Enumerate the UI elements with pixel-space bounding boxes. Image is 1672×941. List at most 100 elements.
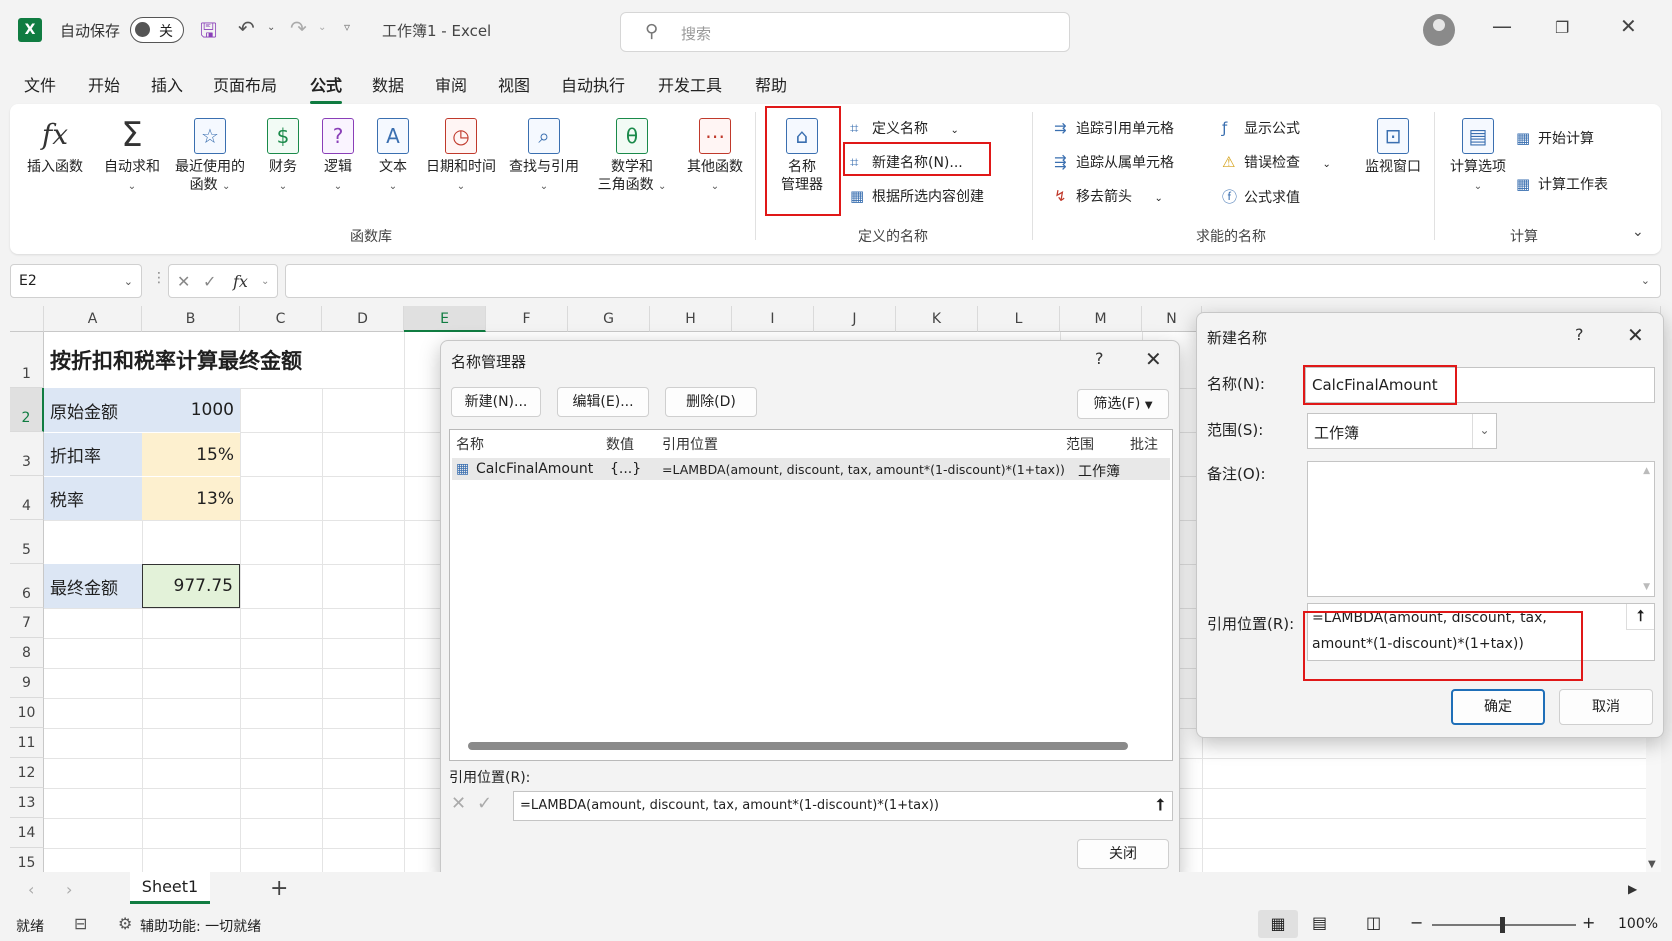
new-button[interactable]: 新建(N)... <box>451 387 541 417</box>
tab-page-layout[interactable]: 页面布局 <box>213 72 277 96</box>
restore-icon[interactable]: ❐ <box>1555 18 1569 37</box>
comment-textarea[interactable]: ▲ ▼ <box>1307 461 1655 597</box>
help-icon[interactable]: ? <box>1095 349 1104 368</box>
minimize-icon[interactable]: — <box>1492 14 1512 38</box>
tab-review[interactable]: 审阅 <box>435 72 467 96</box>
column-header[interactable]: J <box>814 306 896 332</box>
horizontal-scrollbar[interactable] <box>468 742 1128 750</box>
collapse-dialog-icon[interactable]: ⭡ <box>1156 795 1164 815</box>
column-header-value[interactable]: 数值 <box>606 434 634 454</box>
tab-file[interactable]: 文件 <box>24 72 56 96</box>
macro-record-icon[interactable]: ⊟ <box>74 914 87 933</box>
close-button[interactable]: 关闭 <box>1077 839 1169 869</box>
tab-developer[interactable]: 开发工具 <box>658 72 722 96</box>
autosave-toggle[interactable]: 关 <box>130 17 184 43</box>
text-button[interactable]: A 文本 ⌄ <box>370 118 416 196</box>
column-header-selected[interactable]: E <box>404 306 486 332</box>
cell-final-value[interactable]: 977.75 <box>142 564 240 608</box>
normal-view-icon[interactable]: ▦ <box>1258 910 1298 938</box>
column-header[interactable]: N <box>1142 306 1202 332</box>
column-header-name[interactable]: 名称 <box>456 434 484 454</box>
add-sheet-icon[interactable]: + <box>270 876 288 901</box>
zoom-slider[interactable] <box>1432 917 1576 933</box>
check-icon[interactable]: ✓ <box>203 272 216 291</box>
filter-button[interactable]: 筛选(F) ▼ <box>1077 389 1169 419</box>
tab-home[interactable]: 开始 <box>88 72 120 96</box>
page-break-icon[interactable]: ◫ <box>1366 913 1381 932</box>
close-window-icon[interactable]: ✕ <box>1620 14 1637 38</box>
select-all-corner[interactable] <box>10 306 44 332</box>
avatar[interactable] <box>1423 14 1455 46</box>
redo-dropdown-icon[interactable]: ⌄ <box>318 22 326 33</box>
lookup-button[interactable]: ⌕ 查找与引用 ⌄ <box>502 118 586 196</box>
scroll-down-icon[interactable]: ▼ <box>1643 582 1650 592</box>
column-header[interactable]: C <box>240 306 322 332</box>
row-header[interactable]: 5 <box>10 520 44 564</box>
scroll-right-icon[interactable]: ▶ <box>1628 882 1637 896</box>
calc-options-button[interactable]: ▤ 计算选项 ⌄ <box>1446 118 1510 196</box>
column-header-comment[interactable]: 批注 <box>1130 434 1158 454</box>
row-header[interactable]: 15 <box>10 848 44 872</box>
expand-formula-icon[interactable]: ⌄ <box>1641 274 1650 287</box>
autosum-button[interactable]: Σ 自动求和 ⌄ <box>100 118 164 196</box>
trace-precedents-button[interactable]: ⇉ 追踪引用单元格 <box>1054 118 1174 138</box>
search-box[interactable]: ⚲ 搜索 <box>620 12 1070 52</box>
calculate-now-button[interactable]: ▦ 开始计算 <box>1516 128 1594 148</box>
undo-icon[interactable]: ↶ <box>238 16 255 40</box>
tab-automate[interactable]: 自动执行 <box>561 72 625 96</box>
column-header-scope[interactable]: 范围 <box>1066 434 1094 454</box>
formula-input[interactable]: ⌄ <box>285 264 1661 298</box>
row-header-selected[interactable]: 2 <box>10 388 44 432</box>
scroll-up-icon[interactable]: ▲ <box>1643 466 1650 476</box>
column-header-refers[interactable]: 引用位置 <box>662 434 718 454</box>
customize-toolbar-icon[interactable]: ▿ <box>344 20 350 34</box>
sheet-title-cell[interactable]: 按折扣和税率计算最终金额 <box>44 332 404 388</box>
column-header[interactable]: B <box>142 306 240 332</box>
row-header[interactable]: 8 <box>10 638 44 668</box>
row-header[interactable]: 6 <box>10 564 44 608</box>
zoom-slider-thumb[interactable] <box>1500 917 1505 933</box>
math-trig-button[interactable]: θ 数学和 三角函数 ⌄ <box>590 118 674 196</box>
ok-button[interactable]: 确定 <box>1451 689 1545 725</box>
tab-view[interactable]: 视图 <box>498 72 530 96</box>
names-list[interactable]: 名称 数值 引用位置 范围 批注 ▦ CalcFinalAmount {...}… <box>449 429 1173 761</box>
insert-function-button[interactable]: fx 插入函数 <box>24 118 86 176</box>
row-header[interactable]: 13 <box>10 788 44 818</box>
chevron-left-icon[interactable]: ‹ <box>28 880 34 899</box>
column-header[interactable]: G <box>568 306 650 332</box>
cell-final-label[interactable]: 最终金额 <box>44 564 142 608</box>
column-header[interactable]: L <box>978 306 1060 332</box>
list-item[interactable]: ▦ CalcFinalAmount {...} =LAMBDA(amount, … <box>452 458 1170 480</box>
collapse-dialog-icon[interactable]: ⭡ <box>1626 604 1654 630</box>
close-icon[interactable]: ✕ <box>1145 347 1162 371</box>
cancel-x-icon[interactable]: ✕ <box>177 272 190 291</box>
status-accessibility[interactable]: 辅助功能: 一切就绪 <box>140 916 261 936</box>
accessibility-icon[interactable]: ⚙ <box>118 914 132 933</box>
recent-functions-button[interactable]: ☆ 最近使用的 函数 ⌄ <box>170 118 250 196</box>
show-formulas-button[interactable]: ƒ 显示公式 <box>1222 118 1300 138</box>
undo-dropdown-icon[interactable]: ⌄ <box>267 22 275 33</box>
row-header[interactable]: 14 <box>10 818 44 848</box>
check-icon[interactable]: ✓ <box>477 793 492 814</box>
cell-original-value[interactable]: 1000 <box>142 388 240 432</box>
calculate-sheet-button[interactable]: ▦ 计算工作表 <box>1516 174 1608 194</box>
cancel-x-icon[interactable]: ✕ <box>451 793 466 814</box>
zoom-out-icon[interactable]: − <box>1410 913 1423 932</box>
redo-icon[interactable]: ↷ <box>290 16 307 40</box>
collapse-ribbon-icon[interactable]: ⌄ <box>1632 224 1644 240</box>
row-header[interactable]: 11 <box>10 728 44 758</box>
column-header[interactable]: I <box>732 306 814 332</box>
cell-original-label[interactable]: 原始金额 <box>44 388 142 432</box>
row-header[interactable]: 4 <box>10 476 44 520</box>
watch-window-button[interactable]: ⊡ 监视窗口 <box>1360 118 1426 176</box>
cell-tax-value[interactable]: 13% <box>142 476 240 520</box>
zoom-in-icon[interactable]: + <box>1582 913 1595 932</box>
zoom-level[interactable]: 100% <box>1618 916 1658 932</box>
name-box[interactable]: E2 ⌄ <box>10 264 142 298</box>
datetime-button[interactable]: ◷ 日期和时间 ⌄ <box>420 118 502 196</box>
trace-dependents-button[interactable]: ⇶ 追踪从属单元格 <box>1054 152 1174 172</box>
help-icon[interactable]: ? <box>1575 325 1584 344</box>
column-header[interactable]: H <box>650 306 732 332</box>
edit-button[interactable]: 编辑(E)... <box>557 387 649 417</box>
tab-data[interactable]: 数据 <box>372 72 404 96</box>
